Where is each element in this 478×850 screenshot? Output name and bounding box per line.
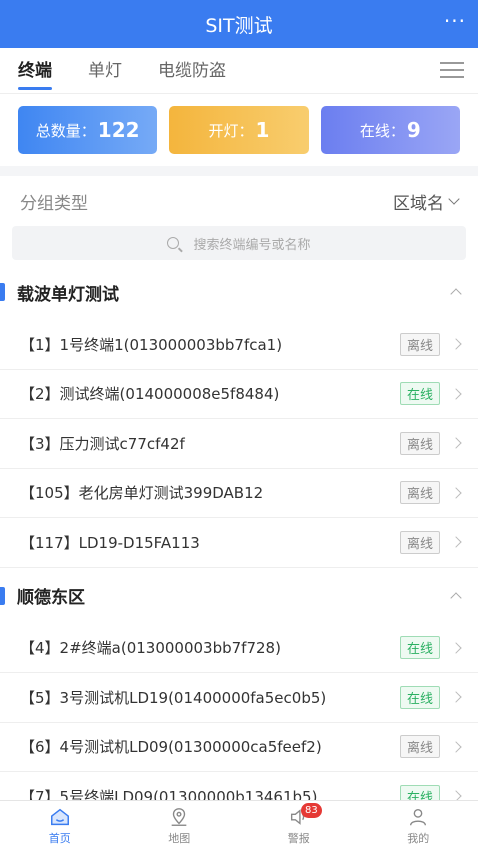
group-name: 载波单灯测试 — [17, 284, 119, 305]
nav-alarm[interactable]: 83 警报 — [239, 801, 359, 850]
nav-map[interactable]: 地图 — [120, 801, 240, 850]
chevron-right-icon — [450, 487, 462, 499]
chevron-right-icon — [450, 388, 462, 400]
region-label: 区域名 — [393, 193, 444, 214]
map-pin-icon — [171, 807, 187, 826]
user-icon — [410, 808, 427, 825]
status-badge: 在线 — [399, 636, 440, 660]
list-item[interactable]: 【6】4号测试机LD09(01300000ca5feef2) 离线 — [0, 723, 478, 772]
lights-on-value: 1 — [255, 118, 270, 142]
list-item[interactable]: 【2】测试终端(014000008e5f8484) 在线 — [0, 370, 478, 419]
filter-bar: 分组类型 区域名 — [0, 166, 478, 226]
group-header[interactable]: 顺德东区 — [0, 568, 478, 624]
group-list: 载波单灯测试 【1】1号终端1(013000003bb7fca1) 离线 【2】… — [0, 264, 478, 822]
group-header[interactable]: 载波单灯测试 — [0, 264, 478, 320]
search-placeholder: 搜索终端编号或名称 — [193, 237, 311, 253]
online-label: 在线： — [359, 121, 405, 140]
alarm-count-badge: 83 — [301, 803, 322, 818]
bottom-nav: 首页 地图 83 警报 我的 — [0, 800, 478, 850]
terminal-label: 【6】4号测试机LD09(01300000ca5feef2) — [20, 738, 322, 757]
chevron-right-icon — [450, 691, 462, 703]
status-badge: 离线 — [399, 481, 440, 505]
status-badge: 离线 — [399, 735, 440, 759]
terminal-label: 【5】3号测试机LD19(01400000fa5ec0b5) — [20, 688, 327, 707]
chevron-up-icon[interactable] — [450, 288, 462, 300]
online-value: 9 — [406, 118, 421, 142]
terminal-label: 【117】LD19-D15FA113 — [20, 533, 200, 552]
total-count-card[interactable]: 总数量： 122 — [18, 106, 158, 154]
home-icon — [50, 808, 69, 825]
status-badge: 在线 — [399, 382, 440, 406]
chevron-right-icon — [450, 642, 462, 654]
tab-single-lamp[interactable]: 单灯 — [88, 48, 122, 94]
tab-terminal[interactable]: 终端 — [18, 48, 52, 94]
terminal-label: 【105】老化房单灯测试399DAB12 — [20, 484, 264, 503]
group-name: 顺德东区 — [17, 588, 85, 608]
list-item[interactable]: 【4】2#终端a(013000003bb7f728) 在线 — [0, 624, 478, 673]
menu-icon[interactable] — [440, 62, 464, 80]
status-badge: 离线 — [399, 530, 440, 554]
nav-home-label: 首页 — [48, 831, 71, 845]
nav-map-label: 地图 — [168, 831, 191, 845]
app-title: SIT测试 — [205, 14, 273, 37]
list-item[interactable]: 【5】3号测试机LD19(01400000fa5ec0b5) 在线 — [0, 673, 478, 723]
search-input[interactable]: 搜索终端编号或名称 — [12, 226, 466, 260]
status-badge: 在线 — [399, 685, 440, 709]
tab-bar: 终端 单灯 电缆防盗 — [0, 48, 478, 94]
chevron-right-icon — [450, 536, 462, 548]
chevron-right-icon — [450, 437, 462, 449]
status-badge: 离线 — [399, 431, 440, 455]
more-icon[interactable]: ··· — [444, 11, 466, 31]
terminal-label: 【3】压力测试c77cf42f — [20, 434, 185, 453]
title-bar: SIT测试 ··· — [0, 0, 478, 48]
list-item[interactable]: 【105】老化房单灯测试399DAB12 离线 — [0, 469, 478, 518]
chevron-right-icon — [450, 741, 462, 753]
nav-alarm-label: 警报 — [287, 831, 310, 845]
terminal-label: 【1】1号终端1(013000003bb7fca1) — [20, 335, 283, 354]
nav-home[interactable]: 首页 — [0, 801, 120, 850]
list-item[interactable]: 【3】压力测试c77cf42f 离线 — [0, 419, 478, 469]
region-dropdown[interactable]: 区域名 — [393, 189, 460, 214]
terminal-label: 【4】2#终端a(013000003bb7f728) — [20, 639, 281, 658]
list-item[interactable]: 【1】1号终端1(013000003bb7fca1) 离线 — [0, 320, 478, 370]
nav-mine-label: 我的 — [407, 831, 430, 845]
group-type-selector[interactable]: 分组类型 — [20, 189, 88, 214]
chevron-right-icon — [450, 338, 462, 350]
chevron-down-icon — [448, 192, 460, 205]
online-card[interactable]: 在线： 9 — [320, 106, 460, 154]
total-label: 总数量： — [35, 121, 96, 140]
chevron-up-icon[interactable] — [450, 591, 462, 604]
tab-cable-antitheft[interactable]: 电缆防盗 — [158, 48, 226, 94]
status-badge: 离线 — [399, 332, 440, 356]
nav-mine[interactable]: 我的 — [359, 801, 478, 850]
group-accent-bar — [0, 283, 5, 301]
terminal-label: 【2】测试终端(014000008e5f8484) — [20, 385, 280, 404]
group-accent-bar — [0, 586, 5, 605]
total-value: 122 — [97, 118, 140, 142]
list-item[interactable]: 【117】LD19-D15FA113 离线 — [0, 518, 478, 568]
lights-on-label: 开灯： — [208, 121, 254, 140]
stats-row: 总数量： 122 开灯： 1 在线： 9 — [0, 94, 478, 166]
search-icon — [167, 237, 180, 249]
lights-on-card[interactable]: 开灯： 1 — [169, 106, 309, 154]
